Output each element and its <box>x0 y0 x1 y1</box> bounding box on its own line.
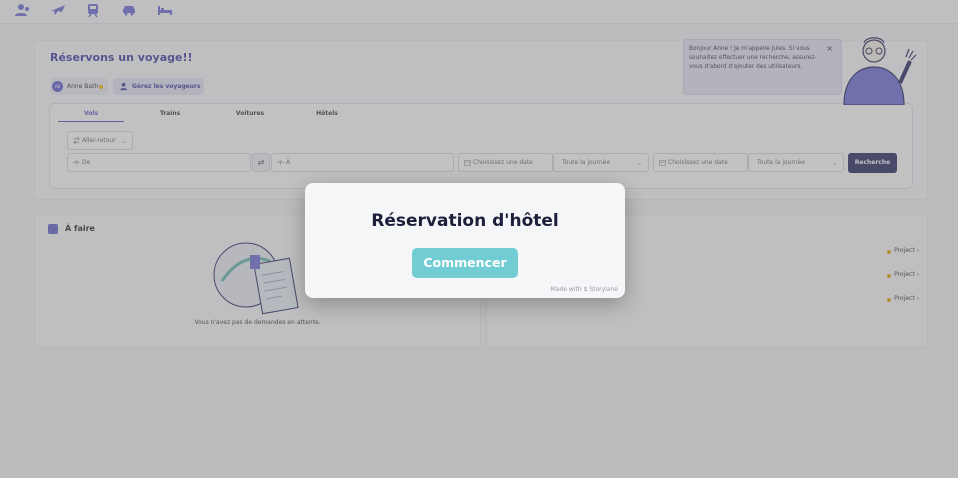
brand-name: Storylane <box>589 286 618 293</box>
modal-title: Réservation d'hôtel <box>371 211 559 231</box>
start-button[interactable]: Commencer <box>412 248 518 278</box>
storylane-logo-icon: $ <box>583 286 588 293</box>
made-with-footer[interactable]: Made with $ Storylane <box>551 286 618 293</box>
made-with-label: Made with <box>550 286 582 293</box>
hotel-booking-modal: Réservation d'hôtel Commencer Made with … <box>305 183 625 298</box>
